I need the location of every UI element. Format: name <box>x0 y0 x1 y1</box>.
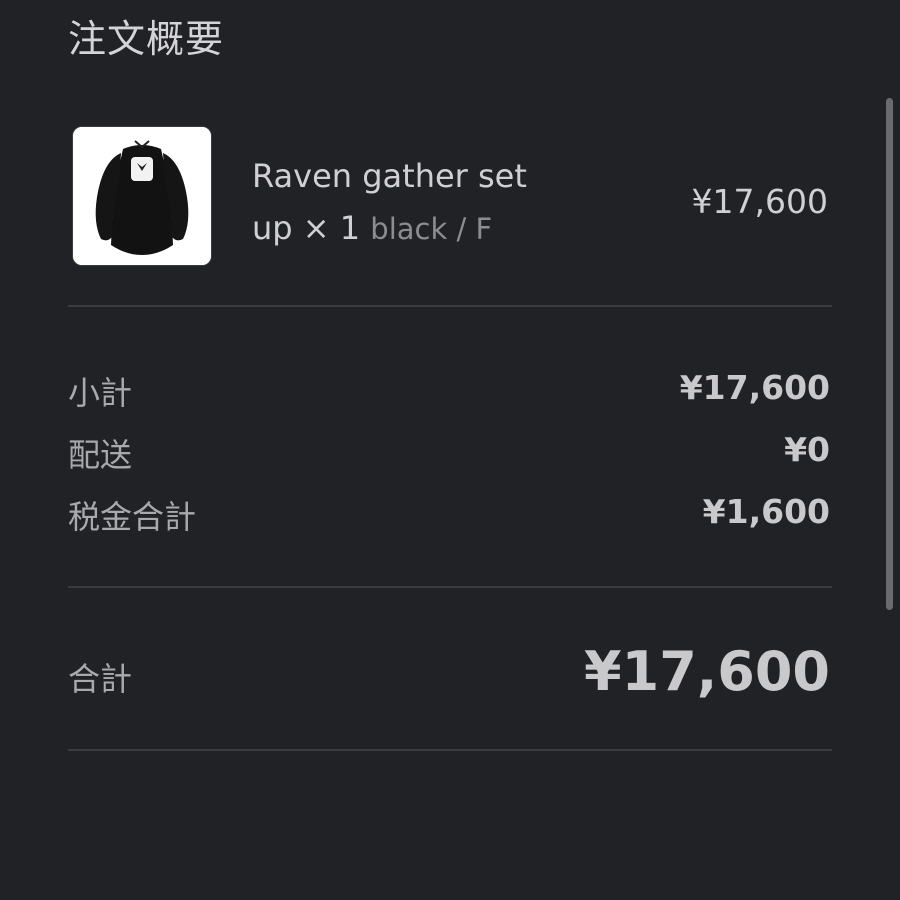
total-value: ¥17,600 <box>584 640 830 703</box>
subtotal-value: ¥17,600 <box>679 368 830 407</box>
divider <box>68 305 832 307</box>
item-name-line2-text: up <box>252 209 293 247</box>
tax-label: 税金合計 <box>68 498 197 536</box>
scrollbar[interactable] <box>886 98 893 610</box>
product-thumbnail <box>72 126 212 266</box>
summary-row-shipping: 配送 ¥0 <box>68 430 830 480</box>
item-variant: black / F <box>370 212 493 246</box>
divider <box>68 749 832 751</box>
dress-thumbnail-icon <box>73 127 211 265</box>
item-name: Raven gather set up × 1 black / F <box>252 150 582 255</box>
item-name-line1: Raven gather set <box>252 157 527 195</box>
line-item: Raven gather set up × 1 black / F ¥17,60… <box>72 124 832 266</box>
summary-row-tax: 税金合計 ¥1,600 <box>68 492 830 542</box>
divider <box>68 586 832 588</box>
item-quantity: × 1 <box>302 209 361 247</box>
item-name-line2: up × 1 black / F <box>252 202 582 255</box>
order-summary-title: 注文概要 <box>68 17 225 61</box>
subtotal-label: 小計 <box>68 374 133 412</box>
order-summary-page: 注文概要 Raven gather set up × 1 black / F ¥… <box>0 0 900 900</box>
total-label: 合計 <box>68 660 133 698</box>
tax-value: ¥1,600 <box>702 492 830 531</box>
shipping-value: ¥0 <box>784 430 830 469</box>
shipping-label: 配送 <box>68 436 133 474</box>
item-price: ¥17,600 <box>691 182 828 221</box>
total-row: 合計 ¥17,600 <box>68 640 830 710</box>
summary-row-subtotal: 小計 ¥17,600 <box>68 368 830 418</box>
